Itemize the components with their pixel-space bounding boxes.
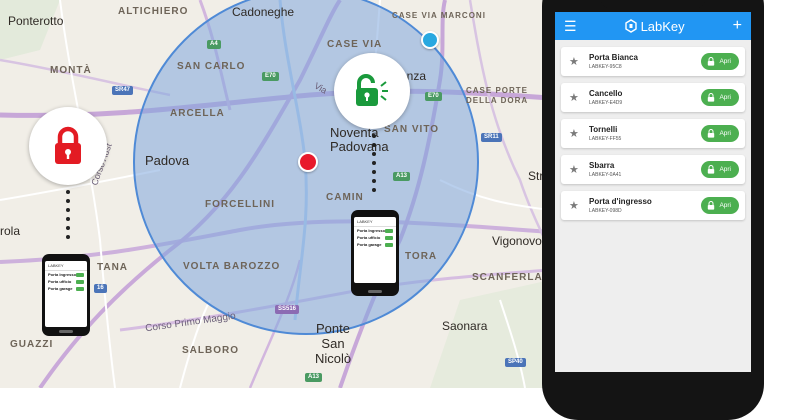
door-item-porta-bianca[interactable]: ★ Porta Bianca LABKEY-95C8 Apri [561,47,745,76]
menu-icon[interactable]: ☰ [564,19,577,33]
label-ponte-san-nicolo: Ponte San Nicolò [314,321,352,366]
phone-frame: ☰ LabKey + ★ Porta Bianca LABKEY-95C8 Ap… [542,0,764,420]
door-list: ★ Porta Bianca LABKEY-95C8 Apri ★ Cancel… [555,40,751,220]
label-san-vito: SAN VITO [384,124,440,135]
shield-ss516: SS516 [275,305,300,315]
apri-button[interactable]: Apri [701,125,739,142]
connection-dots-left [66,190,70,244]
unlocked-padlock-badge [334,53,410,129]
label-vigonovo: Vigonovo [492,234,542,248]
label-guazzi: GUAZZI [10,339,54,350]
map-view[interactable]: Ponterotto ALTICHIERO Cadoneghe CASE VIA… [0,0,550,388]
star-icon[interactable]: ★ [569,127,589,140]
door-item-tornelli[interactable]: ★ Tornelli LABKEY-FF55 Apri [561,119,745,148]
shield-16: 16 [94,284,107,294]
shield-sr11: SR11 [481,133,502,143]
padlock-icon [708,93,715,102]
shield-e70-a: E70 [262,72,279,82]
app-title: LabKey [640,18,685,34]
label-case-via-marconi: CASE VIA MARCONI [392,11,486,20]
locked-padlock-icon [55,126,81,164]
label-saonara: Saonara [442,319,488,333]
label-arcella: ARCELLA [170,108,225,119]
label-volta-barozzo: VOLTA BAROZZO [183,261,281,272]
star-icon[interactable]: ★ [569,163,589,176]
padlock-icon [708,129,715,138]
app-brand: LabKey [624,18,685,34]
mini-phone-right: LABKEY Porta Ingresso Porta ufficio Port… [351,210,399,296]
mini-app-title: LABKEY [45,261,87,271]
user-location-dot-icon [421,31,439,49]
door-code: LABKEY-E4D9 [589,100,623,106]
shield-sr47: SR47 [112,86,134,96]
padlock-icon [708,57,715,66]
mini-door-row: Porta Ingresso [354,227,396,234]
door-code: LABKEY-FF55 [589,136,622,142]
label-altichiero: ALTICHIERO [118,6,189,17]
label-forcellini: FORCELLINI [205,199,275,210]
center-location-pin-icon[interactable] [298,152,318,172]
padlock-icon [708,165,715,174]
shield-e70-b: E70 [425,92,442,102]
label-cadoneghe: Cadoneghe [232,5,295,19]
phone-notch [600,0,706,10]
label-noventa-padovana: Noventa Padovana [330,125,389,155]
door-item-porta-ingresso[interactable]: ★ Porta d'ingresso LABKEY-098D Apri [561,191,745,220]
add-door-plus-icon[interactable]: + [733,18,742,34]
apri-button[interactable]: Apri [701,197,739,214]
label-salboro: SALBORO [182,345,239,356]
label-scanferla: SCANFERLA [472,272,543,283]
label-tana: TANA [97,262,129,273]
locked-padlock-badge [29,107,107,185]
shield-a13-b: A13 [305,373,323,383]
star-icon[interactable]: ★ [569,55,589,68]
label-case-porte-della-dora: CASE PORTE DELLA DORA [466,86,529,105]
door-code: LABKEY-95C8 [589,64,622,70]
apri-button[interactable]: Apri [701,89,739,106]
label-rola: rola [0,224,21,238]
label-tora: TORA [405,251,438,262]
door-code: LABKEY-098D [589,208,622,214]
label-san-carlo: SAN CARLO [177,61,246,72]
label-case-via: CASE VIA [327,39,383,50]
door-name: Tornelli [589,125,618,134]
app-bar: ☰ LabKey + [555,12,751,40]
door-item-sbarra[interactable]: ★ Sbarra LABKEY-0A41 Apri [561,155,745,184]
app-screen: ☰ LabKey + ★ Porta Bianca LABKEY-95C8 Ap… [555,12,751,372]
apri-button[interactable]: Apri [701,161,739,178]
door-name: Cancello [589,89,623,98]
star-icon[interactable]: ★ [569,91,589,104]
unlocked-padlock-icon [356,74,388,106]
label-camin: CAMIN [326,192,364,203]
mini-door-row: Porta ufficio [45,278,87,285]
mini-door-row: Porta garage [354,241,396,248]
door-name: Porta d'ingresso [589,197,652,206]
connection-dots-right [372,134,376,197]
labkey-logo-icon [624,19,637,33]
door-name: Sbarra [589,161,615,170]
mini-app-title: LABKEY [354,217,396,227]
label-ponterotto: Ponterotto [8,14,64,28]
shield-a13-a: A13 [393,172,411,182]
label-padova: Padova [145,153,190,168]
door-item-cancello[interactable]: ★ Cancello LABKEY-E4D9 Apri [561,83,745,112]
apri-button[interactable]: Apri [701,53,739,70]
padlock-icon [708,201,715,210]
mini-door-row: Porta garage [45,285,87,292]
door-name: Porta Bianca [589,53,638,62]
mini-door-row: Porta ufficio [354,234,396,241]
mini-door-row: Porta Ingresso [45,271,87,278]
mini-phone-left: LABKEY Porta Ingresso Porta ufficio Port… [42,254,90,336]
label-monta: MONTÀ [50,65,92,76]
shield-a4: A4 [207,40,221,50]
door-code: LABKEY-0A41 [589,172,622,178]
shield-sp40: SP40 [505,358,526,368]
star-icon[interactable]: ★ [569,199,589,212]
